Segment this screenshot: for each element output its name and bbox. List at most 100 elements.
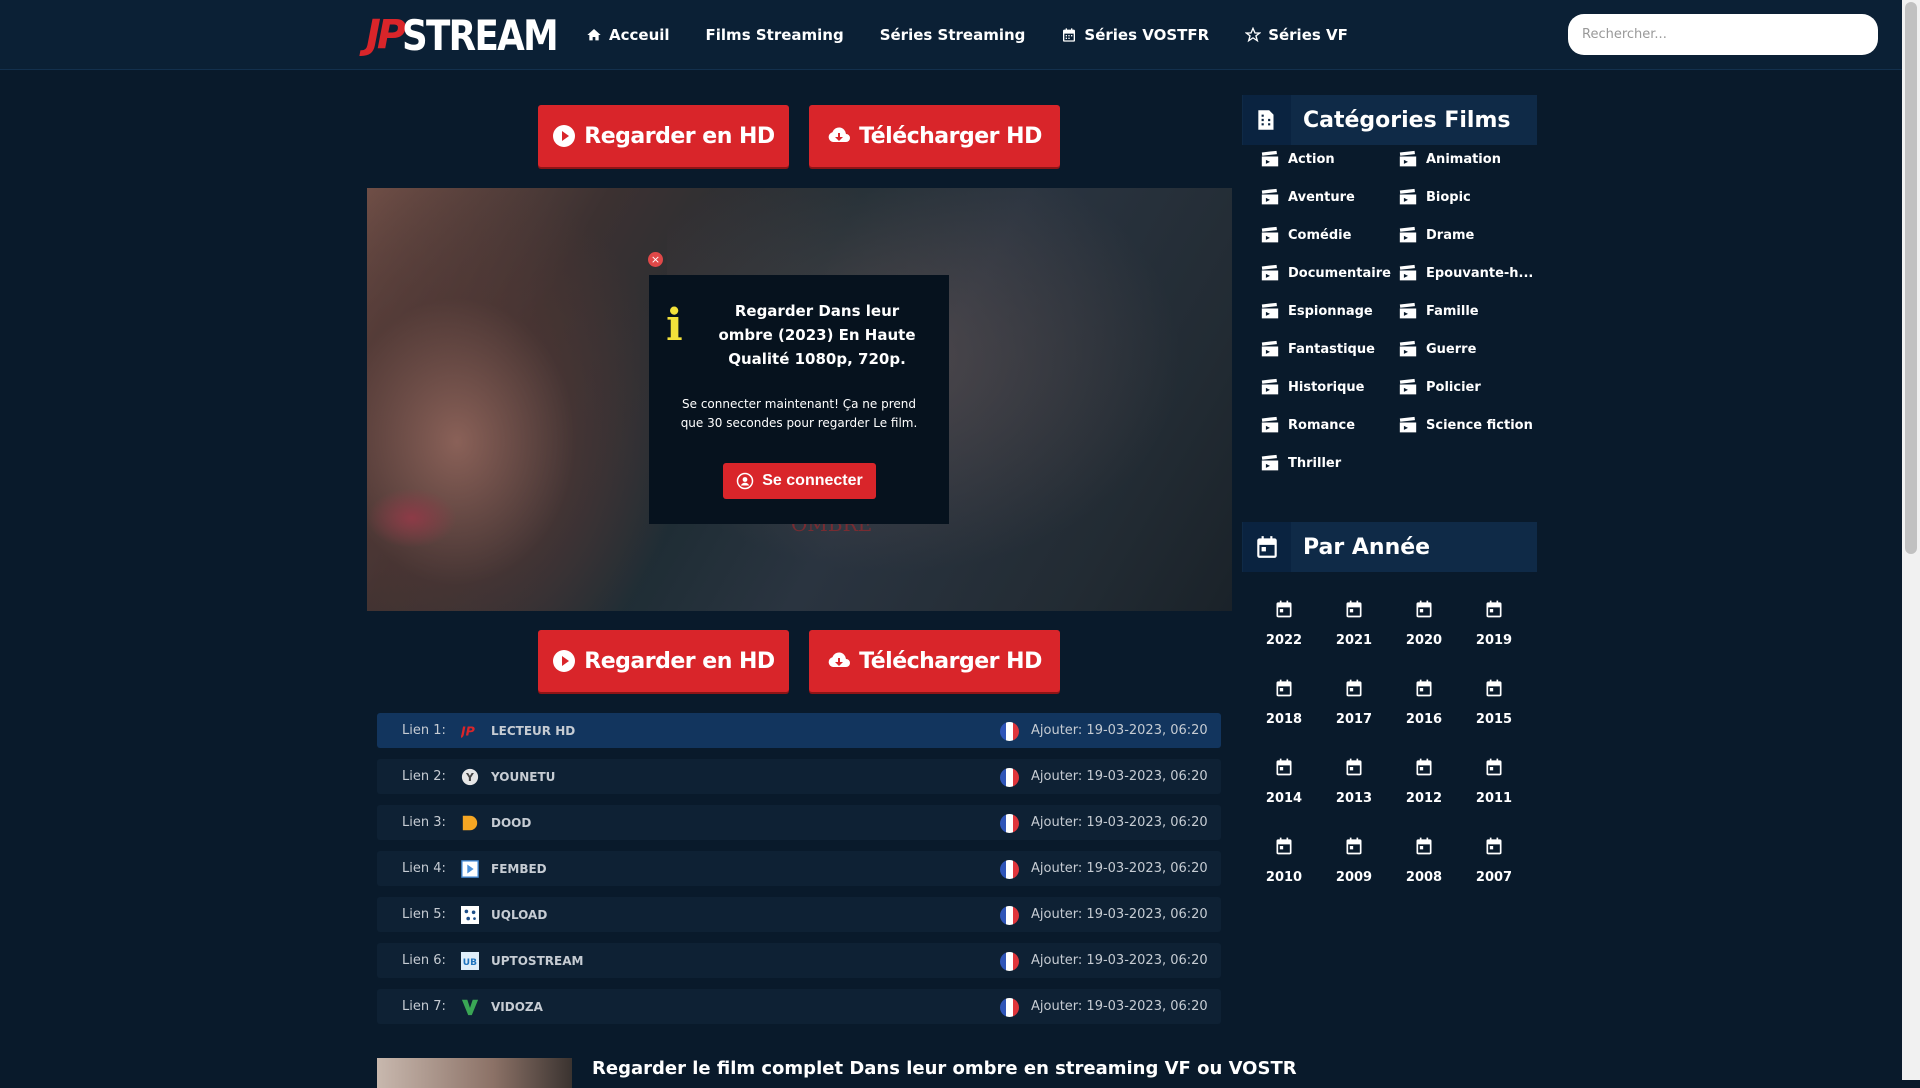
category-action[interactable]: Action	[1260, 150, 1335, 168]
year-item-2020[interactable]: 2020	[1399, 599, 1449, 648]
category-aventure[interactable]: Aventure	[1260, 188, 1355, 206]
category-thriller[interactable]: Thriller	[1260, 454, 1341, 472]
clapperboard-icon	[1261, 264, 1279, 281]
year-item-2016[interactable]: 2016	[1399, 678, 1449, 727]
nav-label: Acceuil	[609, 25, 670, 44]
category-animation[interactable]: Animation	[1398, 150, 1501, 168]
link-number: Lien 4:	[402, 861, 446, 876]
clapperboard-icon	[1261, 378, 1279, 395]
search-input[interactable]	[1568, 14, 1878, 55]
calendar-icon	[1346, 600, 1362, 618]
server-link-row[interactable]: Lien 7: VIDOZA Ajouter: 19-03-2023, 06:2…	[377, 989, 1221, 1024]
year-label: 2018	[1265, 712, 1303, 727]
year-item-2007[interactable]: 2007	[1469, 836, 1519, 885]
watch-hd-button[interactable]: Regarder en HD	[538, 630, 789, 692]
year-item-2013[interactable]: 2013	[1329, 757, 1379, 806]
calendar-icon	[1063, 27, 1076, 42]
play-circle-icon	[553, 125, 576, 147]
calendar-icon	[1276, 758, 1292, 776]
year-item-2019[interactable]: 2019	[1469, 599, 1519, 648]
category-epouvante[interactable]: Epouvante-h...	[1398, 264, 1533, 282]
year-item-2010[interactable]: 2010	[1259, 836, 1309, 885]
watch-hd-label: Regarder en HD	[584, 648, 775, 674]
category-comedie[interactable]: Comédie	[1260, 226, 1351, 244]
year-item-2017[interactable]: 2017	[1329, 678, 1379, 727]
login-button[interactable]: Se connecter	[723, 463, 876, 499]
download-hd-button[interactable]: Télécharger HD	[809, 105, 1060, 167]
watch-hd-button[interactable]: Regarder en HD	[538, 105, 789, 167]
calendar-icon	[1486, 758, 1502, 776]
category-science-fiction[interactable]: Science fiction	[1398, 416, 1533, 434]
fembed-icon	[461, 860, 479, 878]
year-label: 2007	[1475, 870, 1513, 885]
clapperboard-icon	[1399, 378, 1417, 395]
user-circle-icon	[737, 472, 754, 490]
server-link-row[interactable]: Lien 6: UB UPTOSTREAM Ajouter: 19-03-202…	[377, 943, 1221, 978]
star-icon	[1245, 26, 1262, 42]
year-label: 2019	[1475, 633, 1513, 648]
nav-item-series-streaming[interactable]: Séries Streaming	[880, 26, 1026, 44]
year-item-2021[interactable]: 2021	[1329, 599, 1379, 648]
popup-subtitle: Se connecter maintenant! Ça ne prend que…	[680, 397, 918, 430]
year-item-2014[interactable]: 2014	[1259, 757, 1309, 806]
france-flag-icon	[1000, 906, 1019, 925]
clapperboard-icon	[1261, 416, 1279, 433]
server-link-row[interactable]: Lien 1: JP LECTEUR HD Ajouter: 19-03-202…	[377, 713, 1221, 748]
server-link-row[interactable]: Lien 2: Y YOUNETU Ajouter: 19-03-2023, 0…	[377, 759, 1221, 794]
year-item-2008[interactable]: 2008	[1399, 836, 1449, 885]
close-icon[interactable]: ×	[648, 252, 663, 267]
france-flag-icon	[1000, 814, 1019, 833]
category-espionnage[interactable]: Espionnage	[1260, 302, 1373, 320]
link-server-name: YOUNETU	[491, 769, 556, 784]
category-biopic[interactable]: Biopic	[1398, 188, 1471, 206]
nav-item-series-vf[interactable]: Séries VF	[1245, 26, 1348, 44]
site-logo[interactable]: JP STREAM	[366, 10, 584, 60]
server-link-row[interactable]: Lien 4: FEMBED Ajouter: 19-03-2023, 06:2…	[377, 851, 1221, 886]
year-item-2022[interactable]: 2022	[1259, 599, 1309, 648]
category-documentaire[interactable]: Documentaire	[1260, 264, 1391, 282]
clapperboard-icon	[1399, 340, 1417, 357]
year-label: 2015	[1475, 712, 1513, 727]
logo-text: STREAM	[402, 10, 559, 60]
link-server-name: LECTEUR HD	[491, 723, 576, 738]
vidoza-icon	[461, 999, 479, 1016]
page-scrollbar[interactable]	[1902, 0, 1920, 1080]
action-buttons-bottom: Regarder en HD Télécharger HD	[538, 630, 1060, 692]
category-policier[interactable]: Policier	[1398, 378, 1481, 396]
nav-item-films-streaming[interactable]: Films Streaming	[706, 26, 844, 44]
year-item-2015[interactable]: 2015	[1469, 678, 1519, 727]
link-number: Lien 6:	[402, 953, 446, 968]
category-label: Famille	[1426, 303, 1479, 319]
year-item-2018[interactable]: 2018	[1259, 678, 1309, 727]
server-link-row[interactable]: Lien 5: UQLOAD Ajouter: 19-03-2023, 06:2…	[377, 897, 1221, 932]
calendar-icon	[1416, 758, 1432, 776]
download-hd-button[interactable]: Télécharger HD	[809, 630, 1060, 692]
play-circle-icon	[553, 650, 576, 672]
film-folder-icon	[1243, 95, 1291, 145]
link-date: Ajouter: 19-03-2023, 06:20	[1031, 999, 1208, 1014]
server-link-row[interactable]: Lien 3: DOOD Ajouter: 19-03-2023, 06:20	[377, 805, 1221, 840]
category-fantastique[interactable]: Fantastique	[1260, 340, 1375, 358]
scrollbar-thumb[interactable]	[1905, 2, 1917, 554]
nav-item-acceuil[interactable]: Acceuil	[586, 26, 670, 44]
link-date: Ajouter: 19-03-2023, 06:20	[1031, 953, 1208, 968]
category-label: Epouvante-h...	[1426, 265, 1534, 281]
link-server-name: UPTOSTREAM	[491, 953, 584, 968]
svg-text:UB: UB	[463, 958, 477, 968]
category-romance[interactable]: Romance	[1260, 416, 1355, 434]
movie-thumbnail[interactable]	[377, 1058, 572, 1088]
year-item-2011[interactable]: 2011	[1469, 757, 1519, 806]
link-server-name: UQLOAD	[491, 907, 548, 922]
year-item-2012[interactable]: 2012	[1399, 757, 1449, 806]
category-historique[interactable]: Historique	[1260, 378, 1364, 396]
top-navbar: JP STREAM Acceuil Films Streaming Séries…	[0, 0, 1902, 70]
category-famille[interactable]: Famille	[1398, 302, 1479, 320]
years-header: Par Année	[1242, 522, 1537, 572]
cloud-download-icon	[828, 127, 851, 142]
year-item-2009[interactable]: 2009	[1329, 836, 1379, 885]
category-drame[interactable]: Drame	[1398, 226, 1474, 244]
category-guerre[interactable]: Guerre	[1398, 340, 1476, 358]
calendar-icon	[1243, 522, 1291, 572]
clapperboard-icon	[1399, 416, 1417, 433]
nav-item-series-vostfr[interactable]: Séries VOSTFR	[1061, 26, 1209, 44]
